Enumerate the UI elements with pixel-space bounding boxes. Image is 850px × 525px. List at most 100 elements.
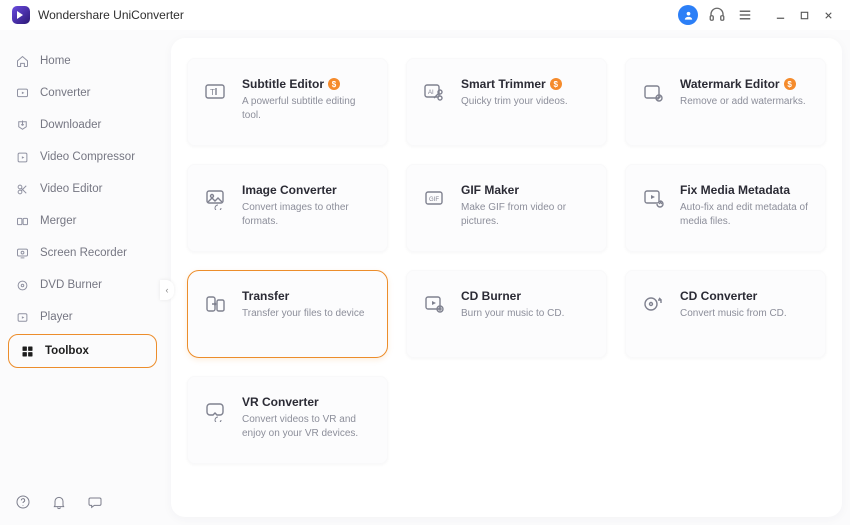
- downloader-icon: [14, 117, 30, 133]
- speech-bubble-icon: [87, 494, 103, 510]
- sidebar-item-screen-recorder[interactable]: Screen Recorder: [0, 238, 165, 268]
- app-title: Wondershare UniConverter: [38, 8, 184, 22]
- tool-desc: Remove or add watermarks.: [680, 95, 811, 109]
- tool-title: CD Converter: [680, 289, 757, 303]
- paid-badge-icon: $: [550, 78, 562, 90]
- tool-grid: T Subtitle Editor $ A powerful subtitle e…: [187, 58, 826, 464]
- compressor-icon: [14, 149, 30, 165]
- tool-cd-converter[interactable]: CD Converter Convert music from CD.: [625, 270, 826, 358]
- svg-text:T: T: [210, 88, 215, 97]
- tool-title: Transfer: [242, 289, 289, 303]
- tool-image-converter[interactable]: Image Converter Convert images to other …: [187, 164, 388, 252]
- sidebar-item-label: Toolbox: [45, 345, 89, 357]
- screen-recorder-icon: [14, 245, 30, 261]
- tool-gif-maker[interactable]: GIF GIF Maker Make GIF from video or pic…: [406, 164, 607, 252]
- bell-icon: [51, 494, 67, 510]
- tool-desc: Quicky trim your videos.: [461, 95, 592, 109]
- svg-text:AI: AI: [428, 90, 434, 96]
- gif-maker-icon: GIF: [421, 185, 447, 211]
- menu-button[interactable]: [736, 6, 754, 24]
- home-icon: [14, 53, 30, 69]
- watermark-editor-icon: [640, 79, 666, 105]
- sidebar-item-label: Merger: [40, 215, 76, 227]
- tool-title: CD Burner: [461, 289, 521, 303]
- player-icon: [14, 309, 30, 325]
- tool-desc: Transfer your files to device: [242, 307, 373, 321]
- sidebar-item-label: DVD Burner: [40, 279, 102, 291]
- tool-title: Watermark Editor: [680, 77, 780, 91]
- sidebar-item-merger[interactable]: Merger: [0, 206, 165, 236]
- hamburger-icon: [736, 6, 754, 24]
- vr-converter-icon: [202, 397, 228, 423]
- tool-desc: Auto-fix and edit metadata of media file…: [680, 201, 811, 228]
- sidebar-item-label: Downloader: [40, 119, 101, 131]
- toolbox-icon: [19, 343, 35, 359]
- tool-desc: Convert videos to VR and enjoy on your V…: [242, 413, 373, 440]
- sidebar-item-label: Player: [40, 311, 73, 323]
- minimize-icon: [775, 10, 786, 21]
- sidebar-item-converter[interactable]: Converter: [0, 78, 165, 108]
- notifications-button[interactable]: [50, 493, 68, 511]
- tool-title: Smart Trimmer: [461, 77, 546, 91]
- user-account-button[interactable]: [678, 5, 698, 25]
- tool-subtitle-editor[interactable]: T Subtitle Editor $ A powerful subtitle e…: [187, 58, 388, 146]
- sidebar-item-toolbox[interactable]: Toolbox: [8, 334, 157, 368]
- tool-smart-trimmer[interactable]: AI Smart Trimmer $ Quicky trim your video…: [406, 58, 607, 146]
- tool-title: Fix Media Metadata: [680, 183, 790, 197]
- title-actions: [678, 5, 838, 25]
- merger-icon: [14, 213, 30, 229]
- cd-burner-icon: [421, 291, 447, 317]
- maximize-icon: [799, 10, 810, 21]
- paid-badge-icon: $: [784, 78, 796, 90]
- tool-desc: Make GIF from video or pictures.: [461, 201, 592, 228]
- svg-text:GIF: GIF: [429, 197, 439, 203]
- sidebar-item-video-editor[interactable]: Video Editor: [0, 174, 165, 204]
- window-maximize[interactable]: [794, 5, 814, 25]
- cd-converter-icon: [640, 291, 666, 317]
- user-icon: [683, 10, 694, 21]
- sidebar-item-label: Screen Recorder: [40, 247, 127, 259]
- paid-badge-icon: $: [328, 78, 340, 90]
- feedback-button[interactable]: [86, 493, 104, 511]
- titlebar: Wondershare UniConverter: [0, 0, 850, 30]
- tool-vr-converter[interactable]: VR Converter Convert videos to VR and en…: [187, 376, 388, 464]
- sidebar-item-video-compressor[interactable]: Video Compressor: [0, 142, 165, 172]
- close-icon: [823, 10, 834, 21]
- headset-icon: [708, 6, 726, 24]
- sidebar-item-label: Video Compressor: [40, 151, 135, 163]
- fix-metadata-icon: [640, 185, 666, 211]
- tool-fix-media-metadata[interactable]: Fix Media Metadata Auto-fix and edit met…: [625, 164, 826, 252]
- sidebar-item-label: Converter: [40, 87, 91, 99]
- chevron-left-icon: ‹: [166, 285, 169, 295]
- tool-title: VR Converter: [242, 395, 319, 409]
- sidebar-item-downloader[interactable]: Downloader: [0, 110, 165, 140]
- video-editor-icon: [14, 181, 30, 197]
- sidebar-item-label: Video Editor: [40, 183, 102, 195]
- window-minimize[interactable]: [770, 5, 790, 25]
- transfer-icon: [202, 291, 228, 317]
- tool-desc: A powerful subtitle editing tool.: [242, 95, 373, 122]
- sidebar: Home Converter Downloader Video Compress…: [0, 30, 165, 525]
- sidebar-bottom: [14, 493, 104, 511]
- tool-title: Subtitle Editor: [242, 77, 324, 91]
- window-close[interactable]: [818, 5, 838, 25]
- image-converter-icon: [202, 185, 228, 211]
- converter-icon: [14, 85, 30, 101]
- sidebar-item-home[interactable]: Home: [0, 46, 165, 76]
- dvd-burner-icon: [14, 277, 30, 293]
- sidebar-item-player[interactable]: Player: [0, 302, 165, 332]
- sidebar-item-label: Home: [40, 55, 71, 67]
- collapse-sidebar-button[interactable]: ‹: [160, 280, 174, 300]
- tool-title: GIF Maker: [461, 183, 519, 197]
- sidebar-item-dvd-burner[interactable]: DVD Burner: [0, 270, 165, 300]
- content-area: T Subtitle Editor $ A powerful subtitle e…: [171, 38, 842, 517]
- tool-desc: Burn your music to CD.: [461, 307, 592, 321]
- tool-desc: Convert music from CD.: [680, 307, 811, 321]
- tool-watermark-editor[interactable]: Watermark Editor $ Remove or add watermar…: [625, 58, 826, 146]
- subtitle-editor-icon: T: [202, 79, 228, 105]
- tool-desc: Convert images to other formats.: [242, 201, 373, 228]
- tool-transfer[interactable]: Transfer Transfer your files to device: [187, 270, 388, 358]
- tool-cd-burner[interactable]: CD Burner Burn your music to CD.: [406, 270, 607, 358]
- support-button[interactable]: [708, 6, 726, 24]
- help-button[interactable]: [14, 493, 32, 511]
